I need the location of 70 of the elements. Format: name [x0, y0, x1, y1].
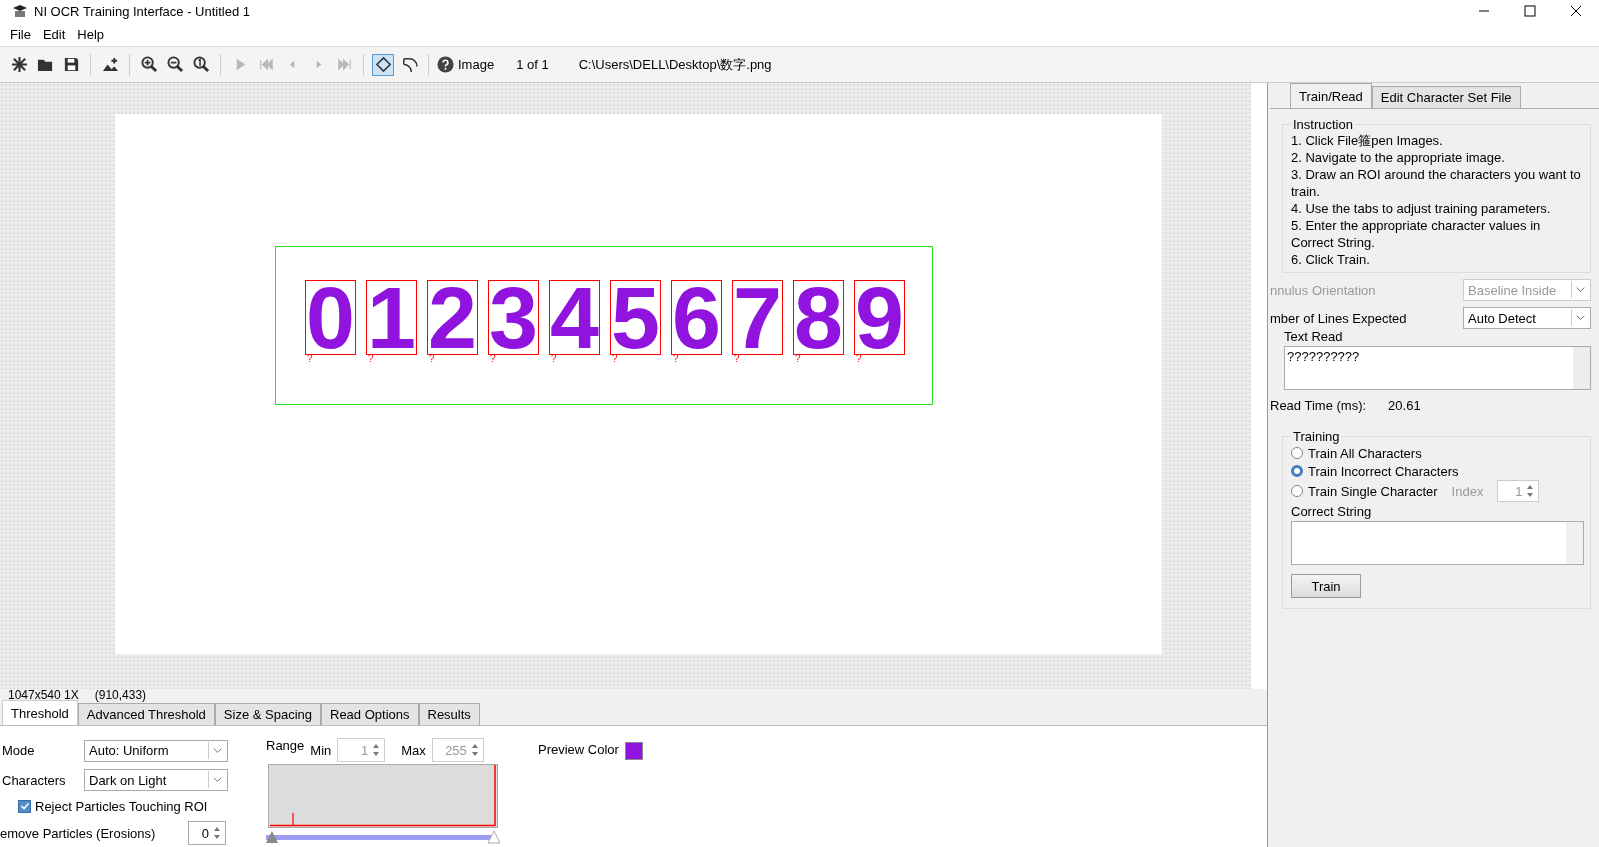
tab[interactable]: Advanced Threshold — [77, 703, 215, 725]
chevron-icon[interactable] — [213, 777, 222, 783]
page-counter: 1 of 1 — [516, 57, 549, 72]
cursor-position: (910,433) — [94, 689, 147, 701]
image-label: Image — [458, 57, 495, 72]
max-thumb[interactable] — [487, 830, 501, 844]
character-box: 5 — [610, 280, 661, 355]
group-title: Instruction — [1292, 117, 1354, 132]
instruction-text: 4. Use the tabs to adjust training parameters. — [1291, 200, 1552, 217]
character-box: 3 — [488, 280, 539, 355]
correct-string-label: Correct String — [1291, 504, 1373, 519]
mode-label: Mode — [2, 743, 36, 759]
erosions-label: emove Particles (Erosions) — [0, 825, 156, 841]
index-label: Index — [1451, 483, 1484, 499]
read-time-value: 20.61 — [1388, 398, 1421, 413]
radio-option[interactable]: Train All Characters — [1291, 444, 1422, 462]
radio-option[interactable]: Train Single Character — [1291, 482, 1438, 500]
help-icon[interactable] — [437, 56, 454, 73]
tab[interactable]: Results — [418, 703, 480, 725]
correct-string-field[interactable] — [1291, 521, 1584, 565]
checkbox[interactable] — [18, 799, 31, 813]
preview-color-label: Preview Color — [538, 742, 619, 757]
mode-dropdown[interactable]: Auto: Uniform — [84, 739, 228, 762]
instruction-text: 3. Draw an ROI around the characters you want to train. — [1291, 166, 1582, 200]
characters-dropdown[interactable]: Dark on Light — [84, 769, 228, 792]
lines-expected-label: mber of Lines Expected — [1270, 310, 1407, 326]
window-title: NI OCR Training Interface - Untitled 1 — [34, 3, 251, 19]
character-box: 8 — [793, 280, 844, 355]
read-time-label: Read Time (ms): — [1270, 398, 1367, 413]
min-label: Min — [310, 742, 332, 758]
characters-label: Characters — [2, 772, 67, 788]
erosions-spinner[interactable]: 0 — [188, 821, 226, 846]
menu-item[interactable]: Help — [71, 26, 111, 42]
roi-rectangle[interactable] — [275, 246, 933, 405]
tab[interactable]: Edit Character Set File — [1371, 86, 1521, 108]
annulus-label: nnulus Orientation — [1270, 282, 1376, 298]
character-box: 1 — [366, 280, 417, 355]
max-label: Max — [401, 742, 426, 758]
tab[interactable]: Read Options — [321, 703, 419, 725]
character-box: 2 — [427, 280, 478, 355]
tab[interactable]: Train/Read — [1290, 83, 1372, 108]
min-thumb[interactable] — [266, 831, 278, 843]
color-swatch[interactable] — [624, 742, 643, 760]
range-label: Range — [266, 738, 305, 753]
chevron-icon[interactable] — [1576, 315, 1585, 320]
instruction-text: 2. Navigate to the appropriate image. — [1291, 149, 1506, 166]
menu-item[interactable]: Edit — [36, 26, 72, 42]
character-box: 9 — [854, 280, 905, 355]
text-read-label: Text Read — [1284, 329, 1344, 344]
character-box: 7 — [732, 280, 783, 355]
train-button[interactable]: Train — [1291, 574, 1361, 598]
group-title: Training — [1292, 429, 1341, 444]
text-read-field[interactable]: ?????????? — [1284, 346, 1591, 390]
instruction-text: 6. Click Train. — [1291, 251, 1371, 268]
character-box: 6 — [671, 280, 722, 355]
menu-item[interactable]: File — [4, 26, 37, 42]
character-box: 4 — [549, 280, 600, 355]
tab[interactable]: Size & Spacing — [214, 703, 321, 725]
file-path: C:\Users\DELL\Desktop\数字.png — [578, 55, 772, 74]
chevron-icon[interactable] — [213, 747, 222, 753]
rotated-rect-icon[interactable] — [372, 53, 394, 76]
app-logo-icon — [12, 3, 28, 19]
image-size: 1047x540 1X — [8, 689, 79, 701]
instruction-text: 5. Enter the appropriate character values in Correct String. — [1291, 217, 1542, 251]
radio-option[interactable]: Train Incorrect Characters — [1291, 462, 1459, 480]
lines-expected-dropdown[interactable]: Auto Detect — [1463, 307, 1591, 329]
checkbox-label: Reject Particles Touching ROI — [35, 798, 208, 814]
instruction-text: 1. Click File箍pen Images. — [1291, 132, 1444, 149]
tab[interactable]: Threshold — [2, 700, 78, 725]
character-box: 0 — [305, 280, 356, 355]
